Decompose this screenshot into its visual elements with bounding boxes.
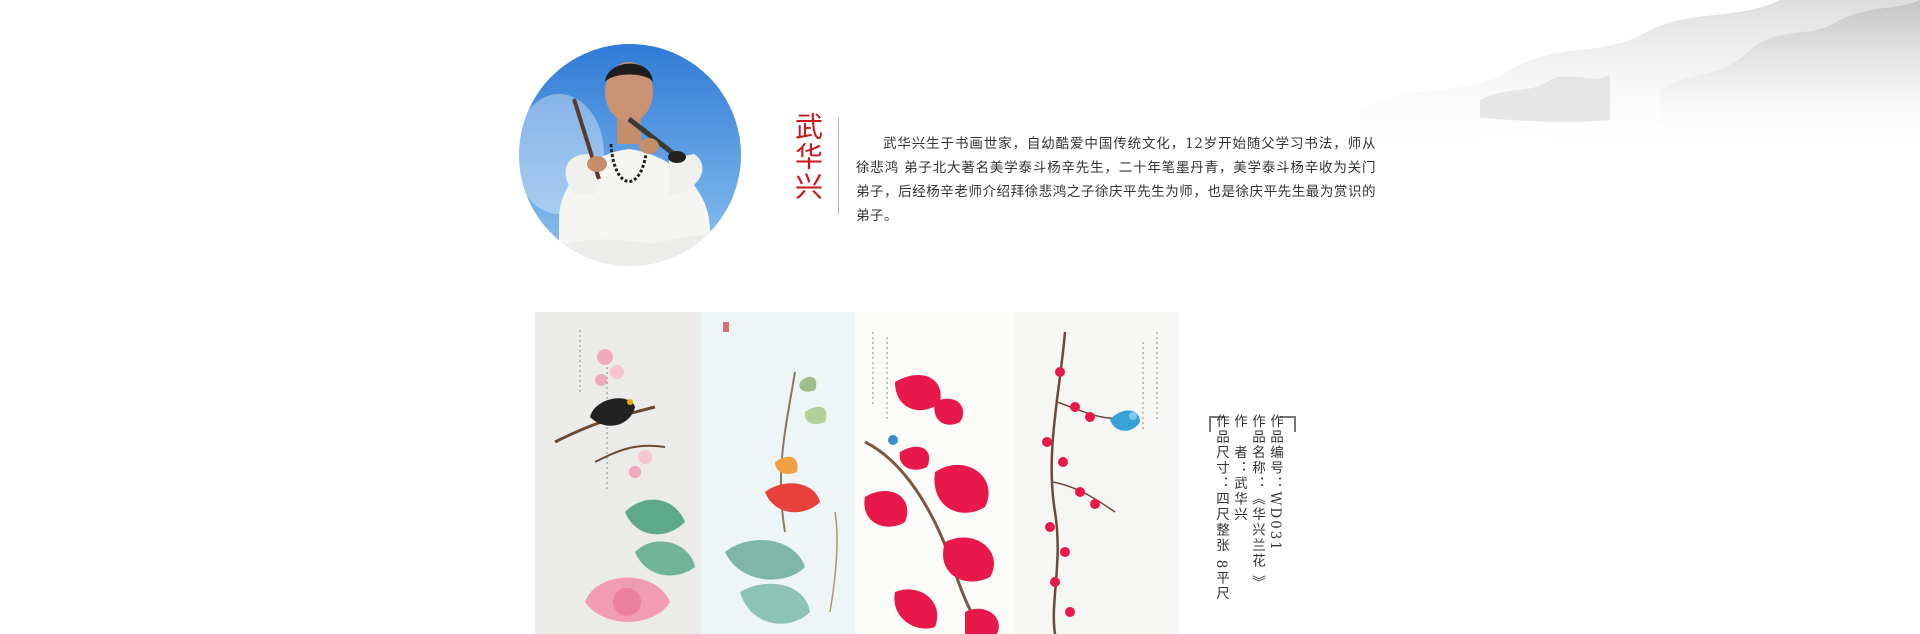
artwork-title: 作品名称：《华兴兰花 》 <box>1249 414 1265 591</box>
painting-panel-3 <box>855 312 1015 634</box>
painting-panel-4 <box>1015 312 1179 634</box>
artist-bio: 武华兴生于书画世家，自幼酷爱中国传统文化，12岁开始随父学习书法，师从徐悲鸿 弟… <box>856 135 1376 224</box>
mountain-mist-decoration <box>1360 0 1920 260</box>
artwork-info: 作品编号：WD031 作品名称：《华兴兰花 》 作 者：武华兴 作品尺寸：四尺整… <box>1212 414 1284 614</box>
artist-portrait <box>519 44 741 266</box>
artwork-size: 作品尺寸：四尺整张 8平尺 <box>1213 414 1229 602</box>
painting-panel-1 <box>535 312 701 634</box>
artwork-number: 作品编号：WD031 <box>1267 414 1283 552</box>
painting-panel-2 <box>701 312 855 634</box>
painting-gallery <box>535 312 1179 634</box>
artwork-author: 作 者：武华兴 <box>1231 414 1247 523</box>
name-divider <box>838 118 839 214</box>
artist-name: 武华兴 <box>791 112 824 202</box>
